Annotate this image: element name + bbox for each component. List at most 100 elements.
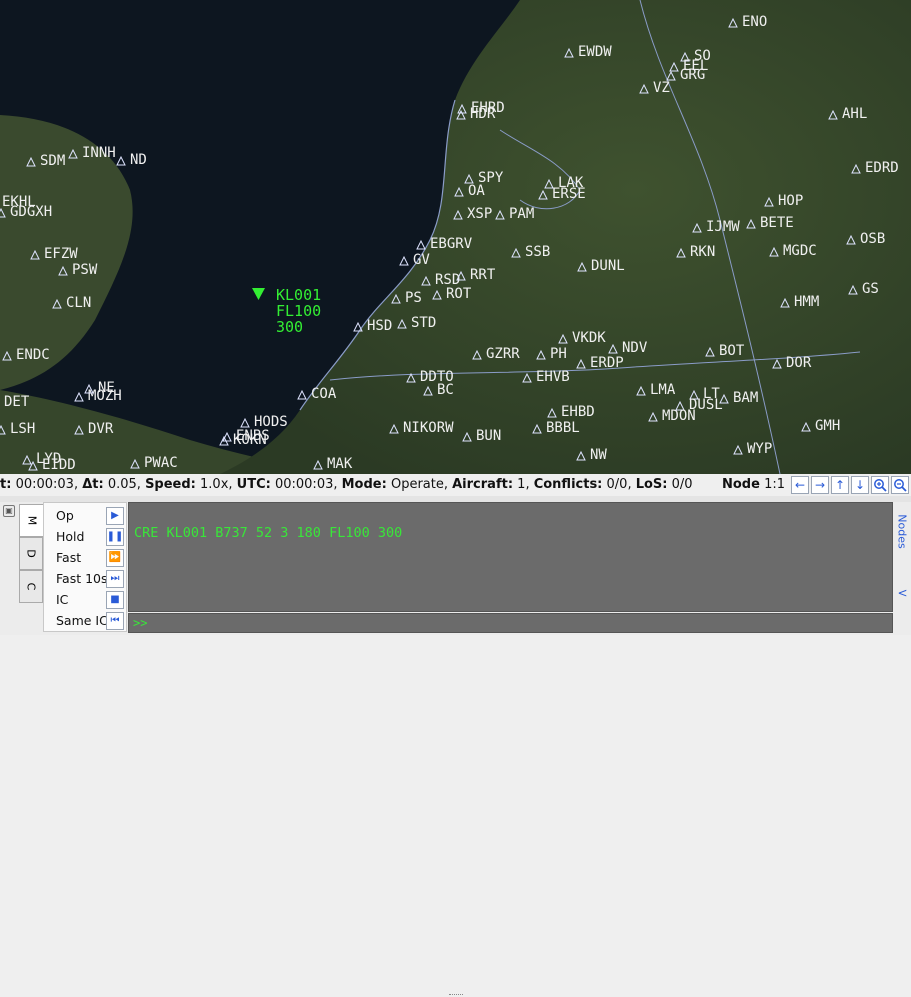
waypoint-label: COA [311,386,337,402]
waypoint-label: LMA [650,382,676,398]
waypoint-label: NDV [622,340,648,356]
pause-icon: ❚❚ [106,531,124,542]
aircraft-count-value: 1 [517,477,526,492]
waypoint-label: DET [4,394,30,410]
dt-value: 0.05 [107,477,137,492]
waypoint-label: GZRR [486,346,520,362]
fast-row: Fast ⏩ [44,547,128,568]
control-panel: ▣ M D C Op ▶ Hold ❚❚ Fast ⏩ Fast 10s ⏭ I… [0,502,911,635]
waypoint-label: GRG [680,67,705,83]
node-zoom-controls: Node 1:1 ← → ↑ ↓ [722,474,911,496]
arrow-left-icon: ← [794,478,806,492]
hold-label: Hold [56,529,85,544]
waypoint-label: NE [98,380,115,396]
mode-label: Mode: [341,477,387,492]
mode-tabs: M D C [19,504,43,606]
tab-c[interactable]: C [19,570,43,603]
waypoint-label: ENDC [16,347,50,363]
same-ic-button[interactable]: ⏮ [106,611,124,630]
skip-forward-icon: ⏭ [110,573,120,584]
conflicts-label: Conflicts: [533,477,603,492]
arrow-down-icon: ↓ [854,478,866,492]
pan-down-button[interactable]: ↓ [851,476,869,494]
radar-map[interactable]: ENO EWDW SO EEL GRG VZ EHRD HDR AHL EDRD SPY LAK ERS… [0,0,911,474]
waypoint-label: BAM [733,390,758,406]
fast10-button[interactable]: ⏭ [106,569,124,588]
waypoint-label: IJMW [706,219,740,235]
zoom-in-button[interactable] [871,476,889,494]
play-icon: ▶ [111,510,119,521]
status-text: t: 00:00:03, Δt: 0.05, Speed: 1.0x, UTC:… [0,477,693,492]
speed-value: 1.0x [200,477,229,492]
waypoint-label: DOR [786,355,812,371]
aircraft-speed: 300 [276,318,303,336]
tab-d[interactable]: D [19,537,43,570]
waypoint-label: DVR [88,421,114,437]
waypoint-label: EHBD [561,404,595,420]
skip-back-icon: ⏮ [110,615,120,626]
ic-button[interactable]: ■ [106,590,124,609]
waypoint-label: PSW [72,262,98,278]
pan-right-button[interactable]: → [811,476,829,494]
waypoint-label: EBGRV [430,236,473,252]
fast-label: Fast [56,550,82,565]
pan-left-button[interactable]: ← [791,476,809,494]
command-prompt: >> [133,616,148,630]
fast10-label: Fast 10s [56,571,108,586]
tab-m-label: M [25,515,38,526]
command-line[interactable]: >> [128,613,893,634]
los-value: 0/0 [671,477,693,492]
tab-m[interactable]: M [19,504,43,537]
op-row: Op ▶ [44,505,128,526]
waypoint-label: STD [411,315,436,331]
op-button[interactable]: ▶ [106,506,124,525]
los-label: LoS: [635,477,668,492]
waypoint-label: ERDP [590,355,624,371]
nodes-collapse-button[interactable]: < [894,586,911,604]
same-ic-row: Same IC ⏮ [44,610,128,631]
nodes-sidebar: Nodes < [894,502,911,633]
zoom-out-button[interactable] [891,476,909,494]
ic-label: IC [56,592,69,607]
hold-row: Hold ❚❚ [44,526,128,547]
waypoint-label: LSH [10,421,35,437]
waypoint-label: BUN [476,428,501,444]
dt-label: Δt: [82,477,104,492]
simulation-controls: Op ▶ Hold ❚❚ Fast ⏩ Fast 10s ⏭ IC ■ Same… [43,502,127,632]
fast-button[interactable]: ⏩ [106,548,124,567]
node-indicator: Node 1:1 [722,474,785,496]
waypoint-label: SSB [525,244,550,260]
command-input[interactable] [151,614,890,634]
waypoint-label: NIKORW [403,420,454,436]
speed-label: Speed: [145,477,196,492]
pan-up-button[interactable]: ↑ [831,476,849,494]
waypoint-label: VKDK [572,330,606,346]
waypoint-label: INNH [82,145,116,161]
hold-button[interactable]: ❚❚ [106,527,124,546]
waypoint-label: GMH [815,418,840,434]
stop-icon: ■ [110,594,120,605]
waypoint-label: ERSE [552,186,586,202]
zoom-out-icon [894,479,907,492]
waypoint-label: EWDW [578,44,612,60]
nodes-tab[interactable]: Nodes [894,506,911,556]
fast10-row: Fast 10s ⏭ [44,568,128,589]
utc-value: 00:00:03 [274,477,334,492]
waypoint-label: GS [862,281,879,297]
waypoint-label: WYP [747,441,772,457]
waypoint-label: MGDC [783,243,817,259]
waypoint-label: BC [437,382,454,398]
collapse-icon: < [897,586,908,600]
waypoint-label: MAK [327,456,353,472]
fast-forward-icon: ⏩ [108,552,122,563]
waypoint-label: HSD [367,318,392,334]
node-value: 1:1 [764,477,785,492]
console-output[interactable]: CRE KL001 B737 52 3 180 FL100 300 [128,502,893,612]
waypoint-label: KOKN [233,432,267,448]
status-bar: t: 00:00:03, Δt: 0.05, Speed: 1.0x, UTC:… [0,474,911,496]
waypoint-label: EFZW [44,246,78,262]
map-canvas[interactable]: ENOEWDW SOEELGRGVZEHRDHDR AHLEDRDSPY LAKERS… [0,0,911,474]
undock-icon[interactable]: ▣ [3,505,15,517]
waypoint-label: MDON [662,408,696,424]
waypoint-label: OSB [860,231,885,247]
